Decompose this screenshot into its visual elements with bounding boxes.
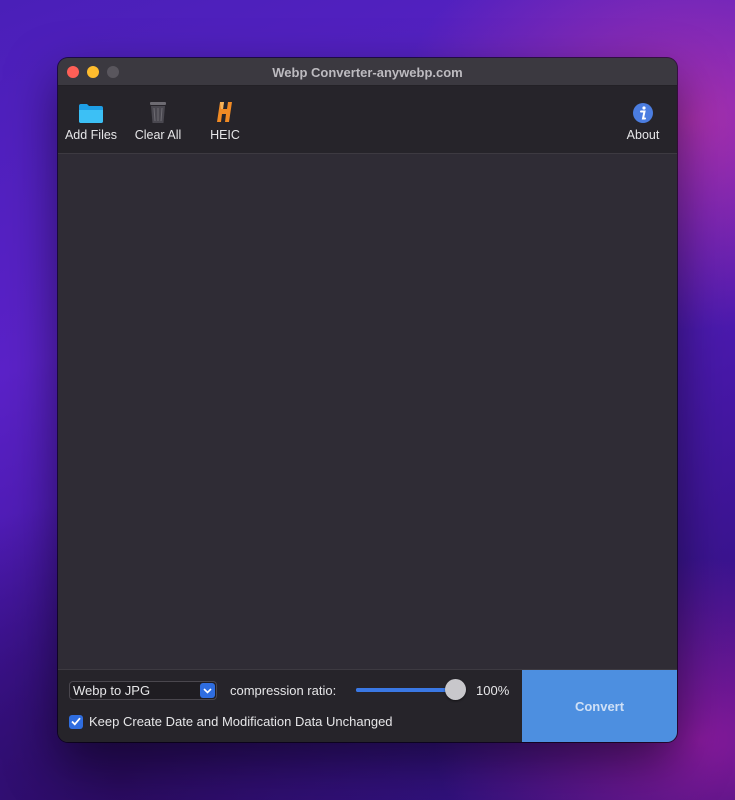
title-bar: Webp Converter-anywebp.com	[58, 58, 677, 86]
compression-label: compression ratio:	[230, 683, 337, 698]
slider-fill	[356, 688, 456, 692]
folder-icon	[79, 104, 103, 123]
clear-all-button[interactable]: Clear All	[126, 98, 190, 142]
convert-button[interactable]: Convert	[522, 670, 677, 742]
heic-label: HEIC	[210, 128, 240, 142]
keep-dates-checkbox[interactable]	[69, 714, 83, 729]
slider-knob[interactable]	[445, 679, 466, 700]
checkmark-icon	[71, 717, 81, 726]
app-window: Webp Converter-anywebp.com Add Files Cle…	[58, 58, 677, 742]
compression-value: 100%	[476, 683, 510, 698]
clear-all-label: Clear All	[134, 128, 182, 142]
toolbar: Add Files Clear All HEIC About	[58, 86, 677, 154]
heic-button[interactable]: HEIC	[193, 98, 257, 142]
add-files-button[interactable]: Add Files	[59, 98, 123, 142]
trash-icon	[150, 102, 166, 123]
bottom-bar: Webp to JPG compression ratio: 100% Keep…	[58, 669, 677, 742]
window-title: Webp Converter-anywebp.com	[272, 65, 463, 80]
format-select-value: Webp to JPG	[73, 683, 151, 698]
file-list-area[interactable]	[58, 155, 677, 669]
compression-slider[interactable]	[356, 679, 468, 701]
heic-icon	[217, 102, 232, 122]
add-files-label: Add Files	[64, 128, 118, 142]
chevron-down-icon	[200, 683, 215, 698]
info-icon	[633, 103, 653, 123]
about-label: About	[626, 128, 660, 142]
keep-dates-option: Keep Create Date and Modification Data U…	[69, 714, 393, 729]
format-select[interactable]: Webp to JPG	[69, 681, 217, 700]
keep-dates-label: Keep Create Date and Modification Data U…	[89, 714, 393, 729]
about-button[interactable]: About	[611, 98, 675, 142]
